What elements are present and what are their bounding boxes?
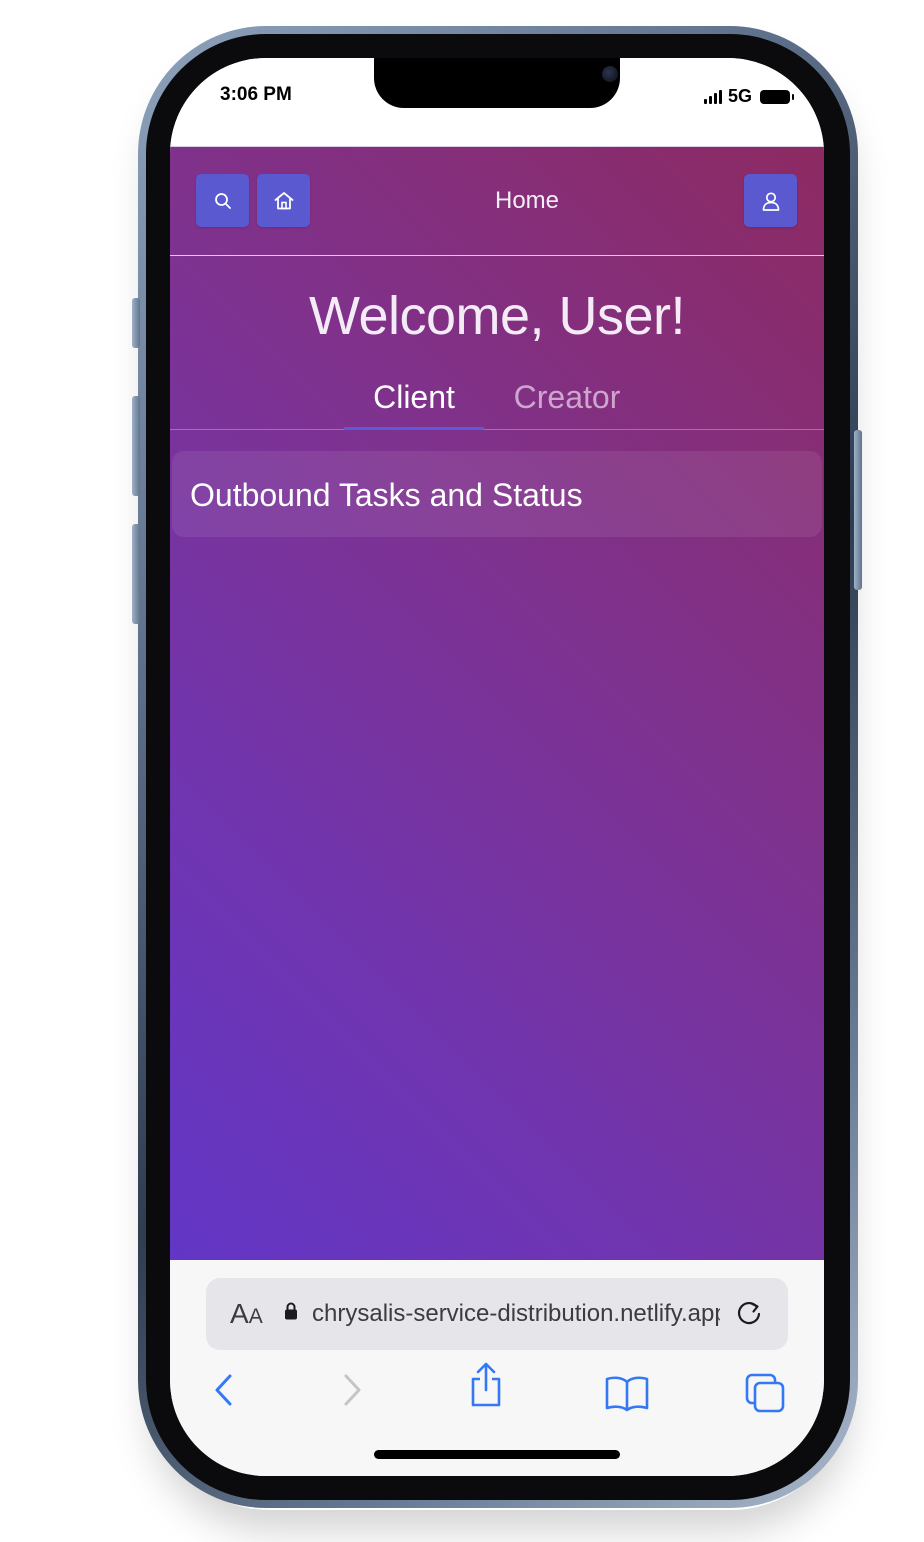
browser-toolbar: AA chrysalis-service-distribution.netlif… (170, 1260, 824, 1476)
volume-down-button (132, 524, 140, 624)
status-time: 3:06 PM (220, 84, 292, 105)
tab-creator[interactable]: Creator (500, 379, 634, 416)
forward-icon[interactable] (336, 1370, 366, 1410)
tab-client[interactable]: Client (344, 379, 484, 416)
volume-up-button (132, 396, 140, 496)
notch (374, 58, 620, 108)
profile-button[interactable] (744, 174, 797, 227)
bookmarks-icon[interactable] (604, 1374, 650, 1412)
address-bar[interactable]: AA chrysalis-service-distribution.netlif… (206, 1278, 788, 1350)
back-icon[interactable] (210, 1370, 240, 1410)
power-button (854, 430, 862, 590)
tabs-icon[interactable] (744, 1372, 788, 1414)
network-type: 5G (727, 86, 752, 106)
status-indicators: 5G (703, 86, 794, 107)
phone-screen: 3:06 PM 5G Home Welcome, User! Client Cr… (170, 58, 824, 1476)
status-bar: 3:06 PM 5G (170, 58, 824, 146)
silent-switch (132, 298, 140, 348)
top-navbar: Home (170, 147, 824, 256)
home-indicator (374, 1450, 620, 1459)
role-tabs: Client Creator (170, 363, 824, 430)
user-icon (762, 191, 779, 211)
front-camera (602, 66, 618, 82)
url-text: chrysalis-service-distribution.netlify.a… (312, 1300, 720, 1327)
battery-icon (760, 89, 794, 104)
page-title: Home (494, 187, 560, 214)
app-content: Home Welcome, User! Client Creator Outbo… (170, 146, 824, 1261)
reader-settings-button[interactable]: AA (230, 1298, 263, 1330)
signal-icon (703, 89, 722, 104)
reload-icon[interactable] (732, 1296, 766, 1330)
section-title: Outbound Tasks and Status (190, 477, 583, 513)
lock-icon (285, 1302, 297, 1320)
outbound-tasks-card[interactable]: Outbound Tasks and Status (172, 451, 822, 537)
welcome-heading: Welcome, User! (308, 286, 686, 346)
share-icon[interactable] (466, 1360, 506, 1410)
active-tab-indicator (344, 427, 484, 430)
